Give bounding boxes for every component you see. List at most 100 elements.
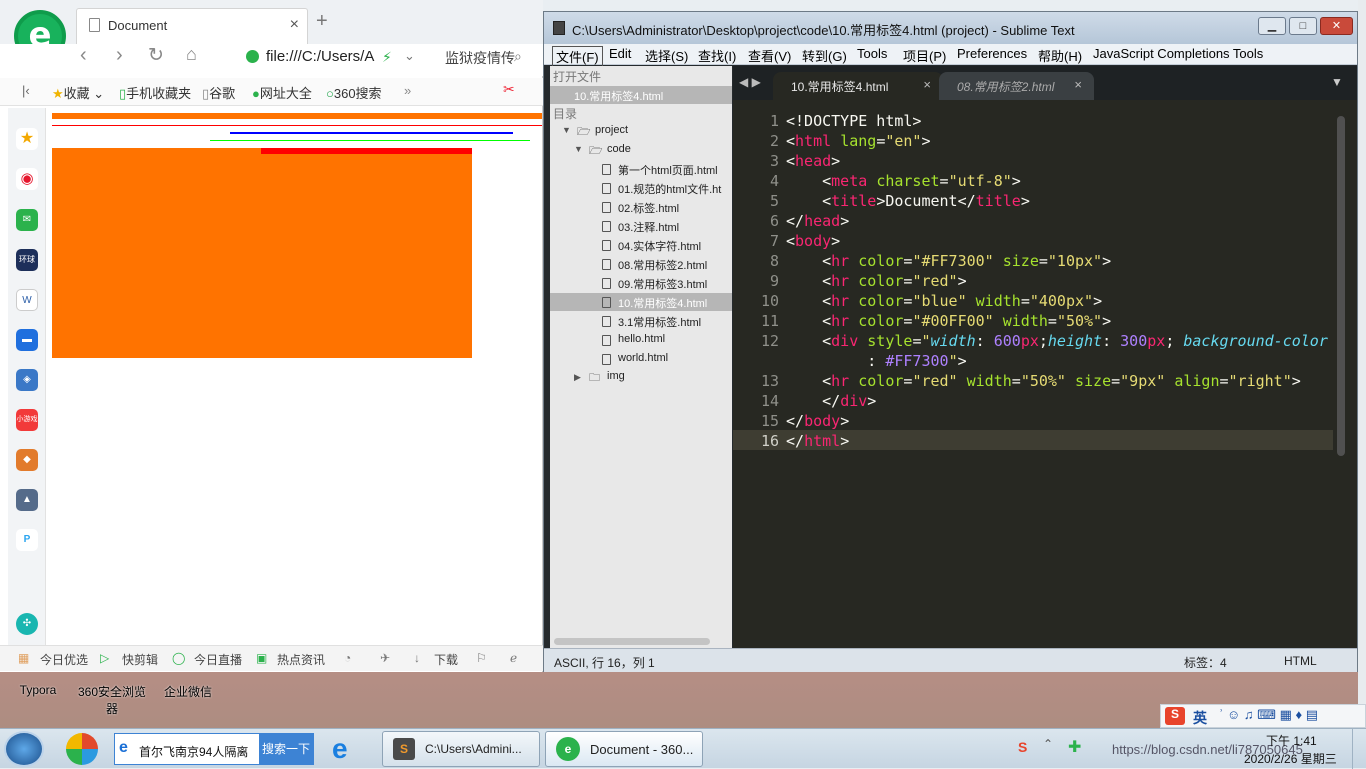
status-item-deals[interactable]: 今日优选	[40, 651, 88, 668]
desktop-edge-scrollbar[interactable]	[1358, 0, 1366, 728]
add-app-icon[interactable]: ✣	[16, 613, 38, 635]
status-item-live[interactable]: 今日直播	[194, 651, 242, 668]
clock-date[interactable]: 2020/2/26 星期三	[1244, 750, 1337, 767]
maximize-button[interactable]: □	[1289, 17, 1317, 35]
search-button[interactable]: 搜索一下	[259, 734, 313, 764]
taskbar-item-sublime[interactable]: S C:\Users\Admini...	[382, 731, 540, 767]
clock-time[interactable]: 下午 1:41	[1266, 732, 1317, 749]
close-tab-icon[interactable]: ×	[923, 77, 931, 92]
menu-preferences[interactable]: Preferences	[957, 46, 1027, 61]
ime-icons[interactable]: ʾ ☺ ♫ ⌨ ▦ ♦ ▤	[1219, 707, 1318, 723]
taskbar-item-browser[interactable]: e Document - 360...	[545, 731, 703, 767]
chevron-down-icon[interactable]: ⌄	[404, 48, 415, 64]
close-tab-icon[interactable]: ×	[290, 16, 299, 34]
game-icon[interactable]: 环球	[16, 249, 38, 271]
star-icon[interactable]: ★	[16, 128, 38, 150]
app-360-icon[interactable]	[66, 733, 98, 765]
tray-chevron-icon[interactable]: ⌃	[1043, 737, 1053, 751]
ie-icon[interactable]: ℯ	[510, 651, 517, 665]
bookmark-mobile[interactable]: ▯手机收藏夹	[119, 83, 191, 102]
app-red-icon[interactable]: 小游戏	[16, 409, 38, 431]
app-game4-icon[interactable]: ▲	[16, 489, 38, 511]
sidebar-file-item[interactable]: 02.标签.html	[618, 200, 679, 216]
close-button[interactable]: ✕	[1320, 17, 1353, 35]
mail-icon[interactable]: ✉	[16, 209, 38, 231]
ime-language[interactable]: 英	[1193, 708, 1207, 728]
sidebar-file-item[interactable]: 09.常用标签3.html	[618, 276, 707, 292]
close-tab-icon[interactable]: ×	[1074, 77, 1082, 92]
bookmark-favorites[interactable]: ★收藏 ⌄	[52, 83, 104, 102]
sogou-icon[interactable]: S	[1165, 707, 1185, 725]
status-item-download[interactable]: 下载	[434, 651, 458, 668]
desktop-icon-typora[interactable]: Typora	[10, 683, 66, 697]
status-item-clip[interactable]: 快剪辑	[122, 651, 158, 668]
tab-scroll-arrows[interactable]: ◀ ▶	[739, 75, 761, 89]
bookmark-360search[interactable]: ○360搜索	[326, 83, 382, 102]
tray-sogou-icon[interactable]: S	[1018, 739, 1027, 755]
speed-icon[interactable]: ◔	[344, 651, 351, 665]
sidebar-toggle-icon[interactable]: |‹	[22, 83, 30, 98]
scissors-icon[interactable]: ✂	[503, 81, 515, 98]
expand-project-icon[interactable]: ▼	[562, 125, 571, 135]
menu-select[interactable]: 选择(S)	[645, 46, 688, 65]
hot-search-text[interactable]: 监狱疫情传	[445, 48, 515, 68]
start-button[interactable]	[4, 731, 44, 767]
editor-scrollbar[interactable]	[1337, 116, 1345, 456]
sidebar-file-item[interactable]: 08.常用标签2.html	[618, 257, 707, 273]
desktop-icon-360browser[interactable]: 360安全浏览器	[72, 683, 152, 717]
bookmark-sites[interactable]: ●网址大全	[252, 83, 312, 102]
more-bookmarks-icon[interactable]: »	[404, 83, 411, 98]
expand-code-icon[interactable]: ▼	[574, 144, 583, 154]
menu-help[interactable]: 帮助(H)	[1038, 46, 1082, 65]
folder-code[interactable]: code	[607, 143, 631, 155]
sidebar-file-item[interactable]: 04.实体字符.html	[618, 238, 701, 254]
bookmark-google[interactable]: ▯谷歌	[202, 83, 235, 102]
ie-taskbar-icon[interactable]: e	[332, 733, 348, 765]
taskbar-search[interactable]: e 首尔飞南京94人隔离 搜索一下	[114, 733, 314, 765]
folder-img[interactable]: img	[607, 370, 625, 382]
indent-setting[interactable]: 标签：4	[1184, 654, 1227, 671]
home-icon[interactable]: ⌂	[186, 44, 197, 65]
weibo-icon[interactable]: ◉	[16, 168, 38, 190]
app-game2-icon[interactable]: ◈	[16, 369, 38, 391]
app-p-icon[interactable]: P	[16, 529, 38, 551]
sidebar-file-item[interactable]: world.html	[618, 352, 668, 364]
search-icon[interactable]: ⌕	[514, 48, 522, 65]
menu-project[interactable]: 项目(P)	[903, 46, 946, 65]
download-icon[interactable]: ↓	[414, 651, 420, 665]
minimize-button[interactable]: ▁	[1258, 17, 1286, 35]
menu-tools[interactable]: Tools	[857, 46, 887, 61]
syntax-setting[interactable]: HTML	[1284, 654, 1317, 668]
tab-active[interactable]: 10.常用标签4.html ×	[773, 72, 943, 100]
reload-icon[interactable]: ↻	[148, 44, 164, 67]
back-icon[interactable]: ‹	[80, 44, 87, 67]
tab-inactive[interactable]: 08.常用标签2.html ×	[939, 72, 1094, 100]
tray-360-icon[interactable]: ✚	[1068, 737, 1081, 757]
menu-file[interactable]: 文件(F)	[552, 46, 603, 67]
sidebar-file-item[interactable]: 第一个html页面.html	[618, 162, 718, 178]
sidebar-file-item[interactable]: hello.html	[618, 333, 665, 345]
show-desktop-button[interactable]	[1352, 729, 1366, 769]
status-item-news[interactable]: 热点资讯	[277, 651, 325, 668]
new-tab-button[interactable]: +	[316, 10, 328, 33]
expand-img-icon[interactable]: ▶	[574, 372, 581, 383]
code-editor[interactable]: 1 2 3 4 5 6 7 8 9 10 11 12 13 14 15 16 <!DOCTYPE html> …	[733, 100, 1357, 648]
menu-view[interactable]: 查看(V)	[748, 46, 791, 65]
menu-goto[interactable]: 转到(G)	[802, 46, 847, 65]
sidebar-file-item[interactable]: 10.常用标签4.html	[618, 295, 707, 311]
sidebar-scrollbar[interactable]	[554, 638, 710, 645]
sidebar-file-item[interactable]: 03.注释.html	[618, 219, 679, 235]
app-game3-icon[interactable]: ◆	[16, 449, 38, 471]
menu-edit[interactable]: Edit	[609, 46, 631, 61]
flag-icon[interactable]: ⚐	[476, 651, 487, 665]
document-app-icon[interactable]: W	[16, 289, 38, 311]
desktop-icon-wework[interactable]: 企业微信	[158, 683, 218, 700]
rocket-icon[interactable]: ✈	[380, 651, 390, 665]
menu-find[interactable]: 查找(I)	[698, 46, 736, 65]
tab-dropdown-icon[interactable]: ▼	[1331, 75, 1343, 89]
sidebar-file-item[interactable]: 01.规范的html文件.ht	[618, 181, 721, 197]
lightning-icon[interactable]: ⚡	[382, 49, 392, 66]
sidebar-file-item[interactable]: 3.1常用标签.html	[618, 314, 701, 330]
menu-js-tools[interactable]: JavaScript Completions Tools	[1093, 46, 1263, 61]
browser-tab[interactable]: Document ×	[76, 8, 308, 44]
